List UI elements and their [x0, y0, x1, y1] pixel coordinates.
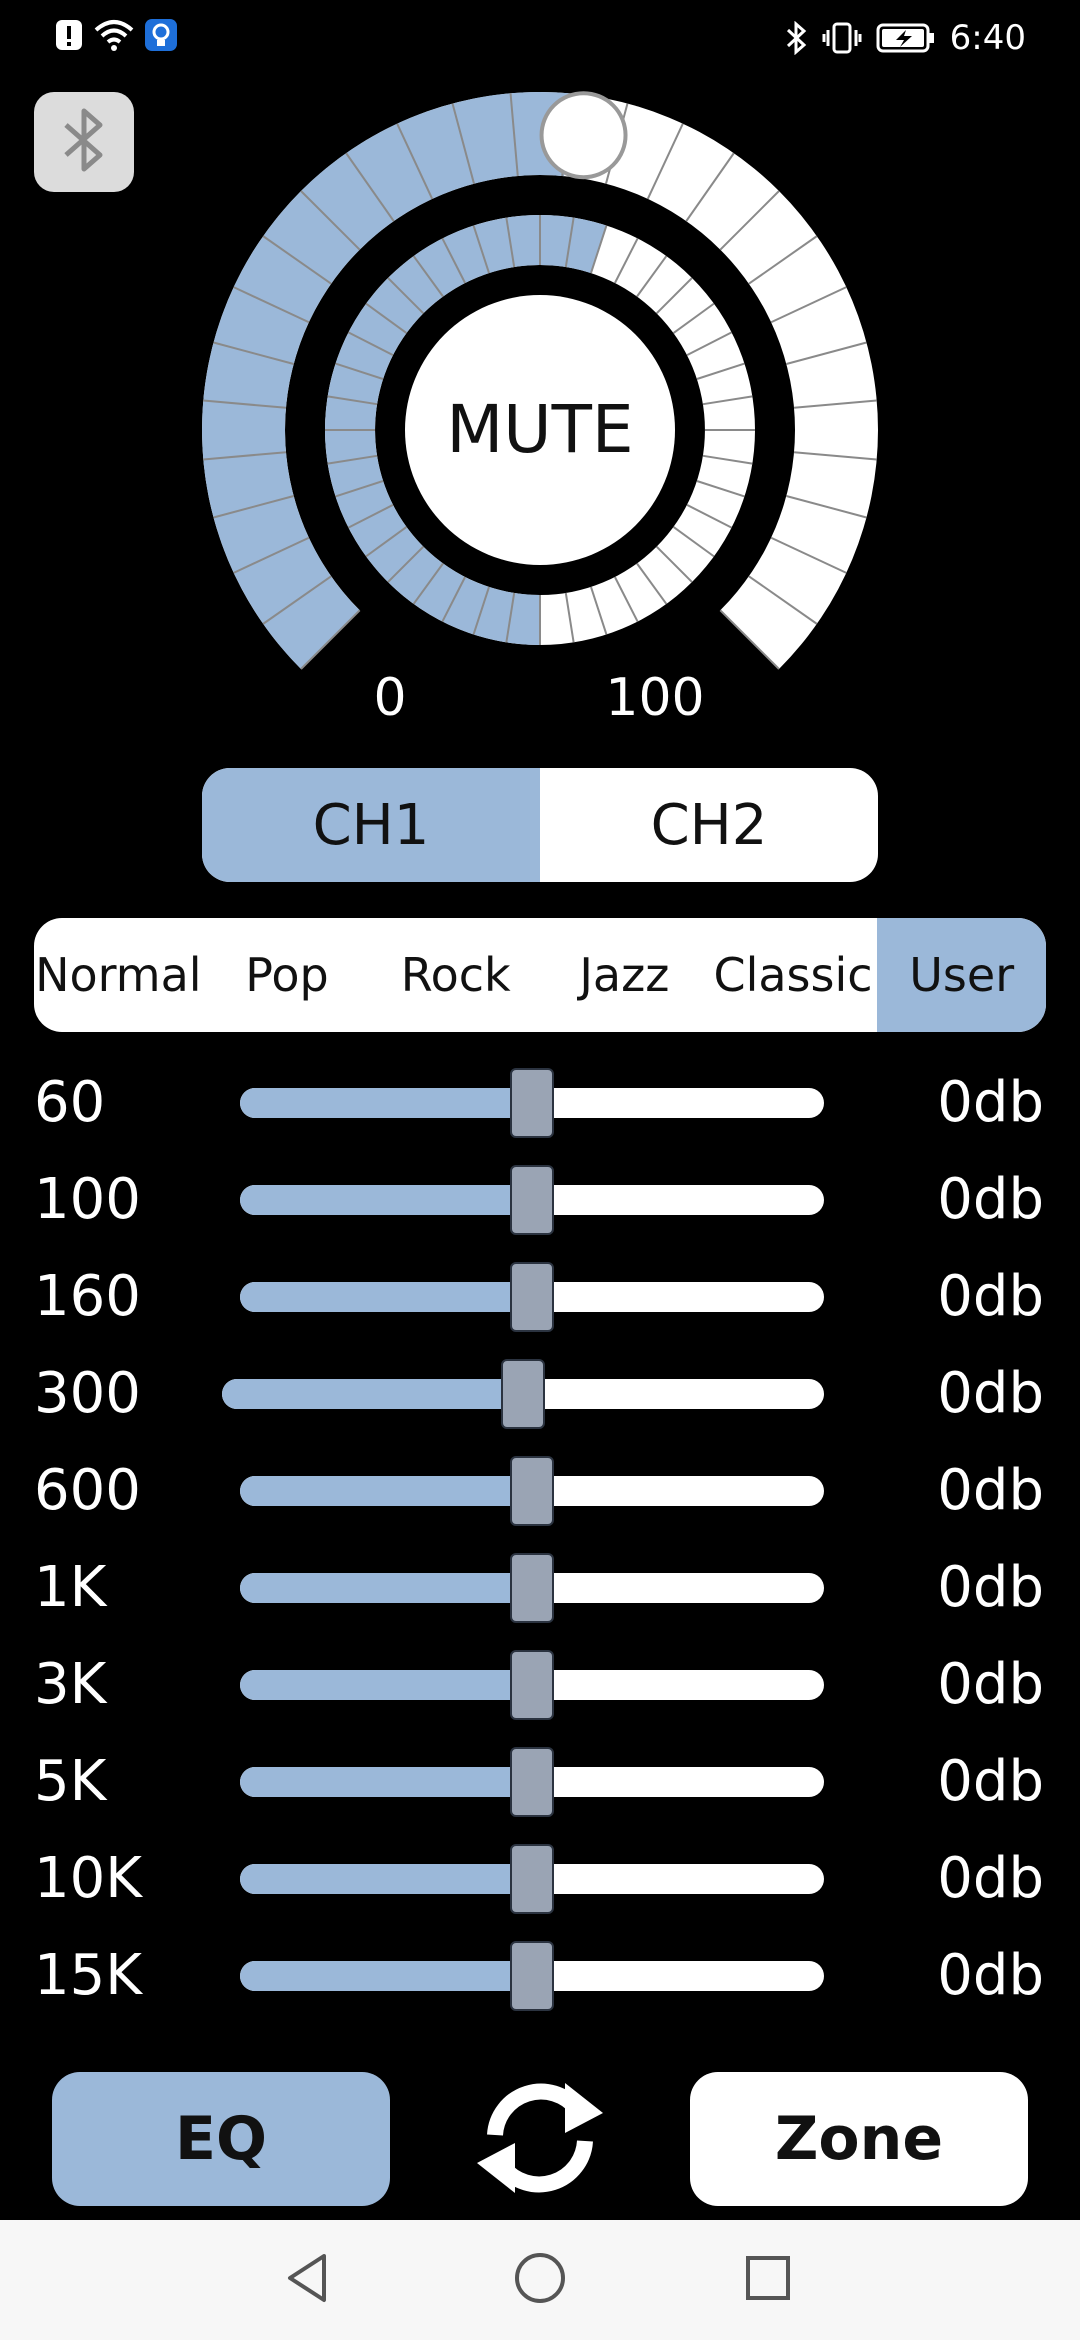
notification-alert-icon	[54, 18, 84, 52]
band-slider-fill	[240, 1088, 532, 1118]
band-frequency-label: 10K	[34, 1846, 142, 1911]
band-gain-value: 0db	[937, 1749, 1044, 1814]
band-slider-thumb[interactable]	[510, 1844, 554, 1914]
system-nav-bar	[0, 2220, 1080, 2340]
volume-knob[interactable]	[539, 91, 628, 180]
band-frequency-label: 300	[34, 1361, 141, 1426]
preset-pop-tab[interactable]: Pop	[203, 918, 372, 1032]
band-gain-value: 0db	[937, 1943, 1044, 2008]
vibrate-icon	[822, 21, 862, 55]
band-gain-value: 0db	[937, 1070, 1044, 1135]
eq-band-row: 15K 0db	[0, 1933, 1080, 2019]
band-frequency-label: 160	[34, 1264, 141, 1329]
eq-band-row: 600 0db	[0, 1448, 1080, 1534]
band-gain-value: 0db	[937, 1167, 1044, 1232]
preset-classic-tab[interactable]: Classic	[709, 918, 878, 1032]
status-time: 6:40	[949, 18, 1026, 58]
eq-band-row: 10K 0db	[0, 1836, 1080, 1922]
band-gain-value: 0db	[937, 1846, 1044, 1911]
eq-band-row: 3K 0db	[0, 1642, 1080, 1728]
channel-selector: CH1 CH2	[202, 768, 878, 882]
battery-charging-icon	[876, 21, 936, 55]
status-right: 6:40	[784, 18, 1026, 58]
band-gain-value: 0db	[937, 1361, 1044, 1426]
bluetooth-button[interactable]	[34, 92, 134, 192]
recents-icon	[740, 2250, 796, 2310]
status-bar: 6:40	[0, 0, 1080, 80]
channel-ch1-button[interactable]: CH1	[202, 768, 540, 882]
band-frequency-label: 15K	[34, 1943, 142, 2008]
band-slider-fill	[240, 1185, 532, 1215]
eq-band-row: 300 0db	[0, 1351, 1080, 1437]
band-slider-thumb[interactable]	[510, 1650, 554, 1720]
band-slider-thumb[interactable]	[510, 1262, 554, 1332]
nav-home-button[interactable]	[500, 2240, 580, 2320]
band-slider-thumb[interactable]	[510, 1747, 554, 1817]
eq-band-row: 160 0db	[0, 1254, 1080, 1340]
refresh-button[interactable]	[460, 2070, 620, 2210]
band-frequency-label: 5K	[34, 1749, 107, 1814]
band-slider-thumb[interactable]	[510, 1456, 554, 1526]
band-slider-thumb[interactable]	[501, 1359, 545, 1429]
band-slider-thumb[interactable]	[510, 1165, 554, 1235]
band-frequency-label: 1K	[34, 1555, 107, 1620]
channel-ch2-button[interactable]: CH2	[540, 768, 878, 882]
eq-band-row: 5K 0db	[0, 1739, 1080, 1825]
band-slider-fill	[240, 1961, 532, 1991]
bluetooth-icon	[784, 21, 808, 55]
eq-band-row: 100 0db	[0, 1157, 1080, 1243]
band-frequency-label: 100	[34, 1167, 141, 1232]
band-slider-fill	[240, 1864, 532, 1894]
band-gain-value: 0db	[937, 1458, 1044, 1523]
zone-button[interactable]: Zone	[690, 2072, 1028, 2206]
eq-button[interactable]: EQ	[52, 2072, 390, 2206]
band-slider-thumb[interactable]	[510, 1068, 554, 1138]
band-frequency-label: 600	[34, 1458, 141, 1523]
back-icon	[280, 2250, 336, 2310]
home-icon	[512, 2250, 568, 2310]
band-frequency-label: 60	[34, 1070, 106, 1135]
band-slider-fill	[240, 1476, 532, 1506]
preset-normal-tab[interactable]: Normal	[34, 918, 203, 1032]
volume-dial-graphic[interactable]: MUTE	[180, 70, 900, 720]
volume-dial[interactable]: MUTE	[180, 70, 900, 720]
volume-scale-min: 0	[373, 668, 407, 728]
band-slider-fill	[240, 1282, 532, 1312]
band-slider-fill	[240, 1573, 532, 1603]
band-gain-value: 0db	[937, 1652, 1044, 1717]
status-left	[54, 18, 178, 52]
refresh-icon	[465, 2073, 615, 2207]
wifi-icon	[94, 18, 134, 52]
preset-rock-tab[interactable]: Rock	[371, 918, 540, 1032]
nav-back-button[interactable]	[268, 2240, 348, 2320]
band-slider-fill	[222, 1379, 523, 1409]
eq-band-row: 1K 0db	[0, 1545, 1080, 1631]
preset-jazz-tab[interactable]: Jazz	[540, 918, 709, 1032]
band-slider-thumb[interactable]	[510, 1941, 554, 2011]
band-slider-fill	[240, 1767, 532, 1797]
band-slider-fill	[240, 1670, 532, 1700]
band-gain-value: 0db	[937, 1555, 1044, 1620]
bulb-icon	[144, 18, 178, 52]
mute-button-label[interactable]: MUTE	[446, 391, 633, 468]
nav-recents-button[interactable]	[728, 2240, 808, 2320]
eq-band-row: 60 0db	[0, 1060, 1080, 1146]
volume-scale-max: 100	[605, 668, 705, 728]
eq-preset-selector: Normal Pop Rock Jazz Classic User	[34, 918, 1046, 1032]
band-frequency-label: 3K	[34, 1652, 107, 1717]
band-gain-value: 0db	[937, 1264, 1044, 1329]
band-slider-thumb[interactable]	[510, 1553, 554, 1623]
bluetooth-icon	[56, 105, 112, 179]
preset-user-tab[interactable]: User	[877, 918, 1046, 1032]
